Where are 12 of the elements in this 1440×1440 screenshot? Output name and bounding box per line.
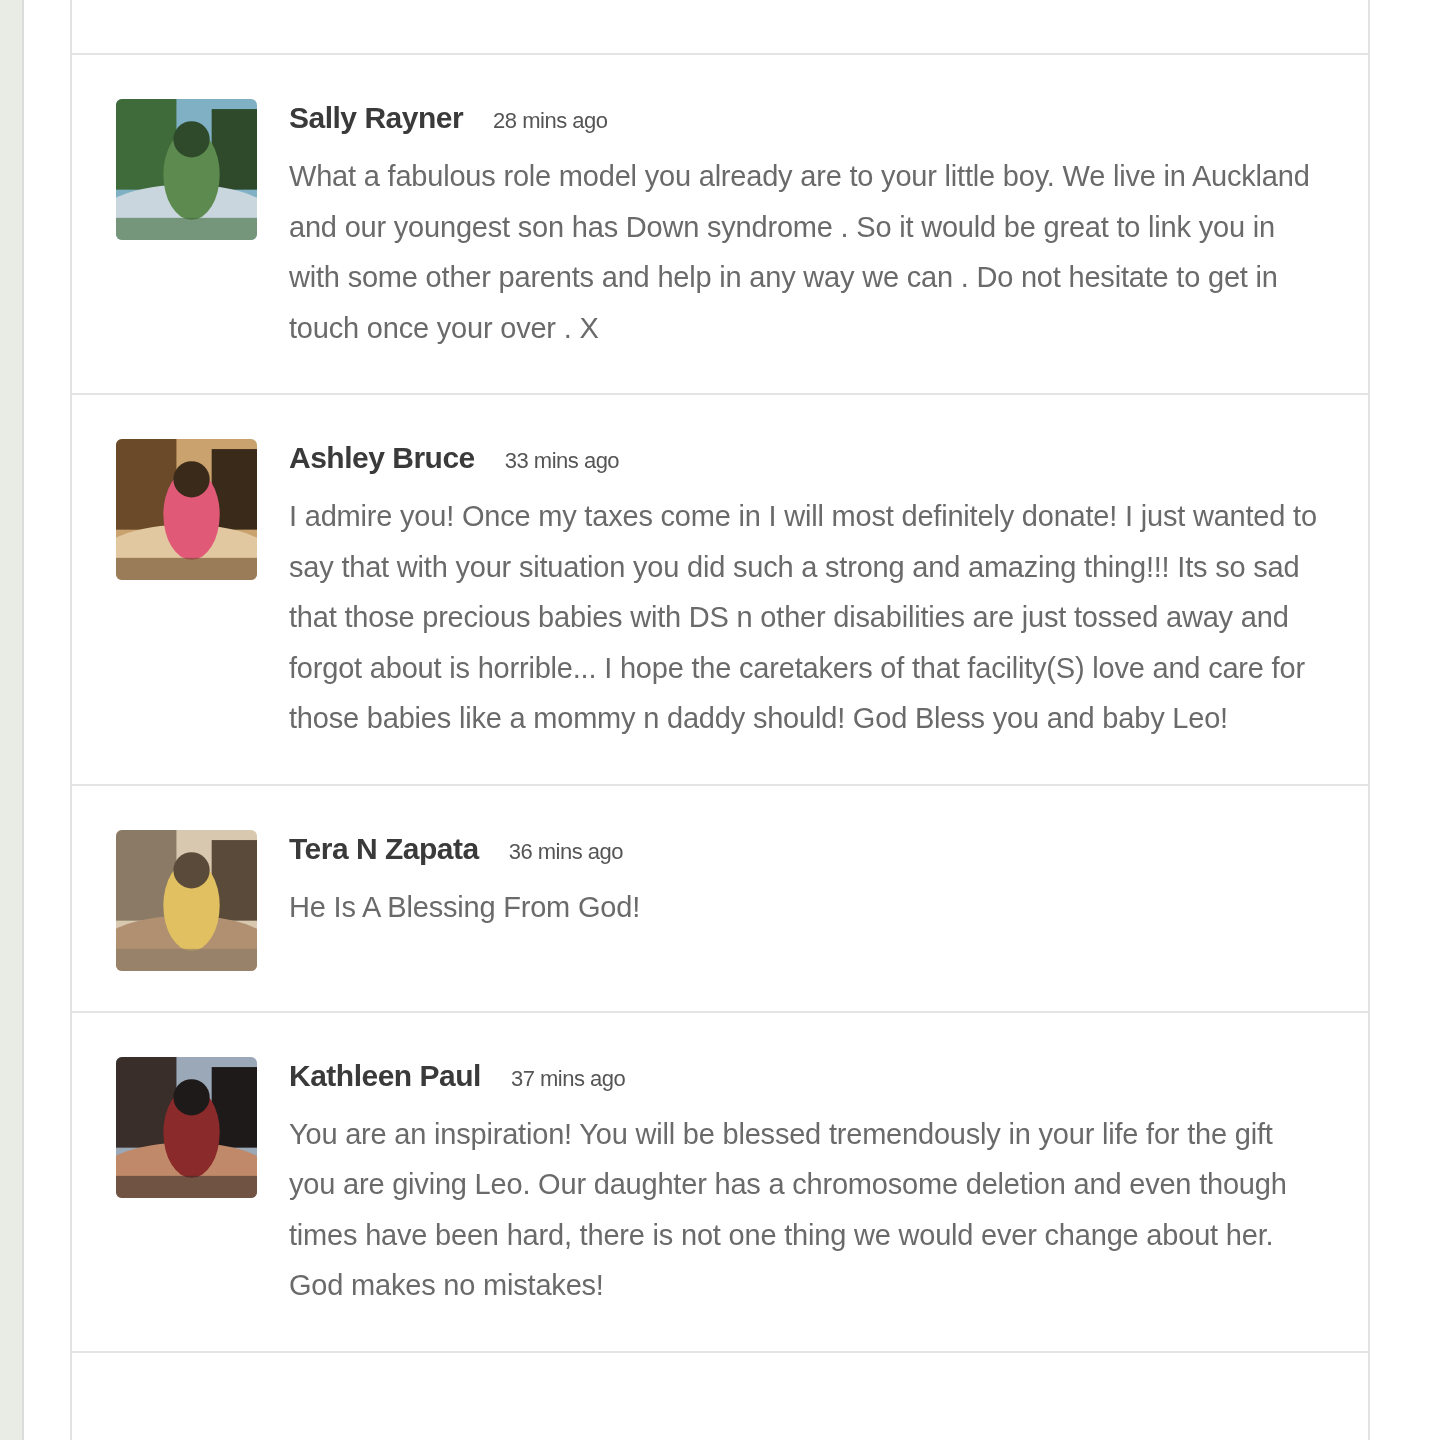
- comment-text: He Is A Blessing From God!: [289, 889, 641, 925]
- author-name[interactable]: Tera N Zapata: [289, 831, 479, 866]
- comment-time: 36 mins ago: [508, 838, 624, 865]
- author-name[interactable]: Sally Rayner: [289, 101, 464, 135]
- comment-text: What a fabulous role model you already are to your little boy. We live in Auckland and our youngest son has Down syndrome . So it would be great to link you in with some other parents and help in any way we can . Do not hesitate to get in touch once your over . X: [289, 159, 1311, 346]
- author-name[interactable]: Ashley Bruce: [289, 441, 475, 475]
- comment-text: I admire you! Once my taxes come in I will most definitely donate! I just wanted to say that with your situation you did such a strong and amazing thing!!! Its so sad that those precious babies with DS n other disabilities are just tossed away and forgot about is horrible... I hope the caretakers of that facility(S) love and care for those babies like a mommy n daddy should! God Bless you and baby Leo!: [289, 499, 1318, 736]
- comment-time: 37 mins ago: [510, 1065, 626, 1092]
- author-name[interactable]: Kathleen Paul: [289, 1058, 481, 1093]
- comment-time: 33 mins ago: [504, 448, 620, 474]
- comment-time: 28 mins ago: [493, 108, 608, 134]
- comment-text: You are an inspiration! You will be blessed tremendously in your life for the gift you are giving Leo. Our daughter has a chromosome deletion and even though times have been hard, there is not one thing we would ever change about her. God makes no mistakes!: [289, 1116, 1288, 1303]
